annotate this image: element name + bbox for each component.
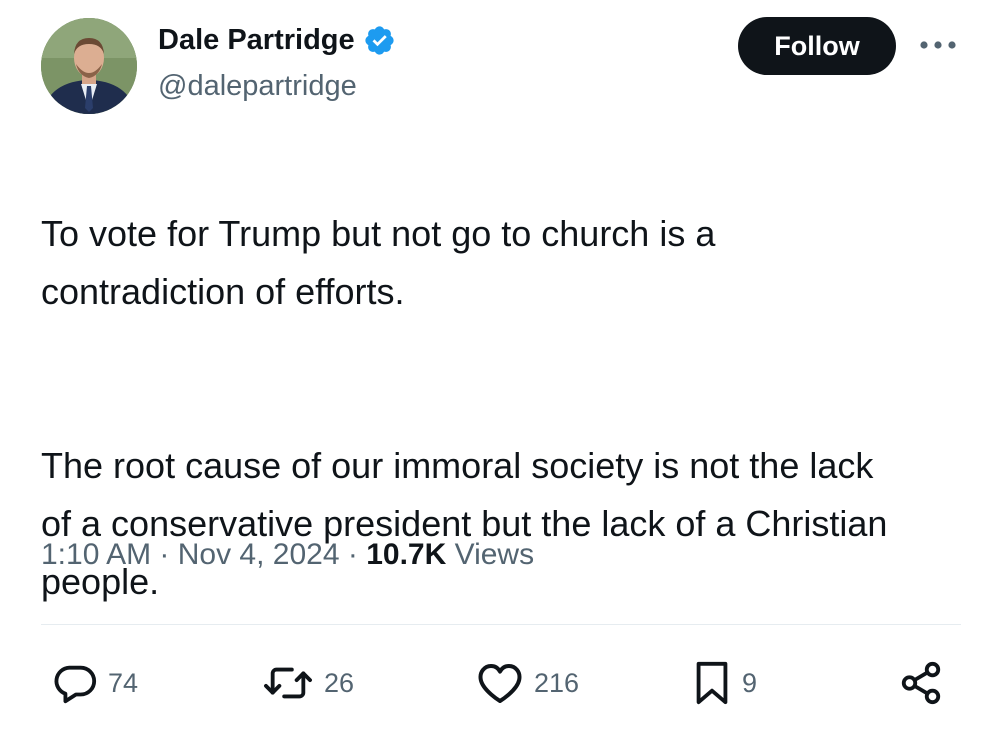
tweet-paragraph: The root cause of our immoral society is… <box>41 445 888 602</box>
meta-separator: · <box>339 538 367 571</box>
more-options-button[interactable] <box>917 30 959 60</box>
tweet-paragraph: To vote for Trump but not go to church i… <box>41 213 716 312</box>
heart-icon <box>478 664 522 703</box>
tweet-text: To vote for Trump but not go to church i… <box>41 147 971 669</box>
bookmark-count: 9 <box>742 667 758 698</box>
like-count: 216 <box>534 667 580 698</box>
more-dots-icon <box>920 41 956 49</box>
verified-badge-icon <box>363 24 396 57</box>
bookmark-button[interactable]: 9 <box>692 655 757 711</box>
views-count: 10.7K <box>366 538 447 571</box>
meta-separator: · <box>151 538 178 571</box>
share-button[interactable] <box>898 655 944 711</box>
repost-button[interactable]: 26 <box>262 655 354 711</box>
reply-icon <box>54 665 97 704</box>
bookmark-icon <box>696 661 728 705</box>
author-handle[interactable]: @dalepartridge <box>158 70 357 103</box>
tweet-meta: 1:10 AM · Nov 4, 2024 · 10.7K Views <box>41 538 534 572</box>
avatar[interactable] <box>41 18 137 114</box>
author-name[interactable]: Dale Partridge <box>158 24 355 57</box>
divider <box>41 624 961 625</box>
avatar-image <box>41 18 137 114</box>
tweet-time[interactable]: 1:10 AM <box>41 538 151 572</box>
reply-button[interactable]: 74 <box>52 655 138 711</box>
author-name-row: Dale Partridge <box>158 20 396 60</box>
views-label: Views <box>446 538 535 571</box>
reply-count: 74 <box>108 667 139 698</box>
like-button[interactable]: 216 <box>476 655 579 711</box>
follow-button[interactable]: Follow <box>738 17 896 75</box>
tweet-date[interactable]: Nov 4, 2024 <box>178 538 340 572</box>
repost-icon <box>264 667 312 699</box>
repost-count: 26 <box>324 667 355 698</box>
share-icon <box>901 661 941 705</box>
